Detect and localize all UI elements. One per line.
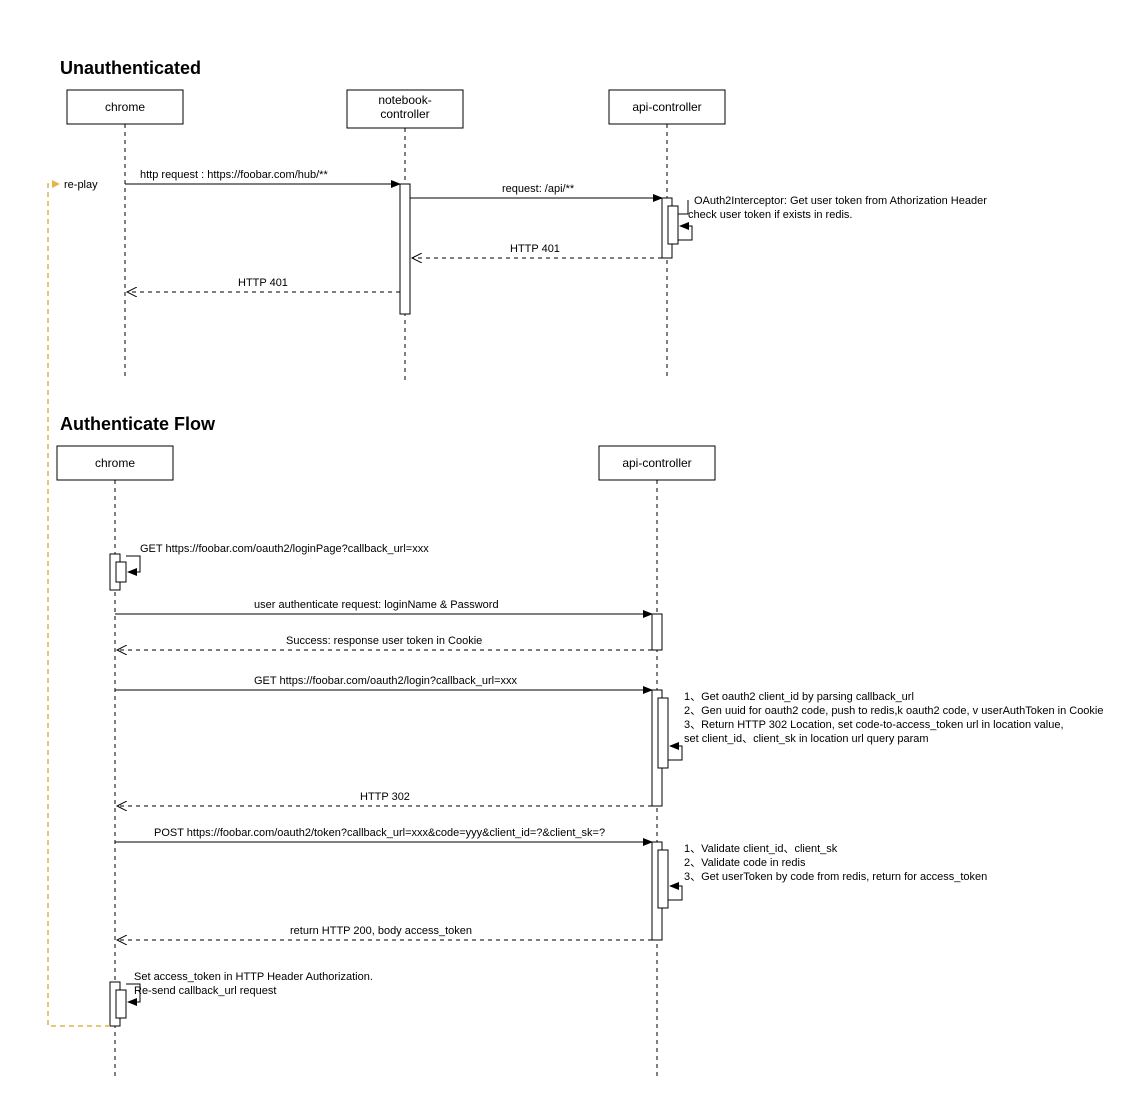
msg-get-loginpage: GET https://foobar.com/oauth2/loginPage?… [140,543,429,555]
msg-api-request: request: /api/** [502,183,575,195]
msg-auth-request: user authenticate request: loginName & P… [254,599,499,611]
replay-label: re-play [64,179,98,191]
svg-text:api-controller: api-controller [632,100,701,114]
msg-200: return HTTP 200, body access_token [290,925,472,937]
svg-text:chrome: chrome [95,456,135,470]
actor-notebook: notebook- controller [347,90,463,128]
svg-text:notebook-: notebook- [378,93,431,107]
ann-6c: 3、Get userToken by code from redis, retu… [684,871,987,883]
section1-title: Unauthenticated [60,58,201,78]
msg-http-request: http request : https://foobar.com/hub/** [140,169,328,181]
msg-set-token-a: Set access_token in HTTP Header Authoriz… [134,971,373,983]
svg-text:chrome: chrome [105,100,145,114]
sequence-diagram: Unauthenticated chrome notebook- control… [0,0,1143,1095]
annotation-oauth2: OAuth2Interceptor: Get user token from A… [694,195,987,207]
svg-text:controller: controller [380,107,429,121]
section2-title: Authenticate Flow [60,414,216,434]
msg-get-login: GET https://foobar.com/oauth2/login?call… [254,675,518,687]
replay-path [48,184,110,1026]
msg-401-1: HTTP 401 [510,243,560,255]
annotation-redis: check user token if exists in redis. [688,209,852,221]
msg-post-token: POST https://foobar.com/oauth2/token?cal… [154,827,605,839]
ann-6a: 1、Validate client_id、client_sk [684,843,838,855]
ann-4b: 2、Gen uuid for oauth2 code, push to redi… [684,705,1104,717]
actor-chrome-1: chrome [67,90,183,124]
actor-api-2: api-controller [599,446,715,480]
actor-api-1: api-controller [609,90,725,124]
ann-4d: set client_id、client_sk in location url … [684,733,929,745]
ann-4c: 3、Return HTTP 302 Location, set code-to-… [684,719,1064,731]
msg-401-2: HTTP 401 [238,277,288,289]
ann-4a: 1、Get oauth2 client_id by parsing callba… [684,691,914,703]
msg-auth-success: Success: response user token in Cookie [286,635,482,647]
svg-text:api-controller: api-controller [622,456,691,470]
msg-set-token-b: Re-send callback_url request [134,985,276,997]
actor-chrome-2: chrome [57,446,173,480]
ann-6b: 2、Validate code in redis [684,857,806,869]
msg-302: HTTP 302 [360,791,410,803]
